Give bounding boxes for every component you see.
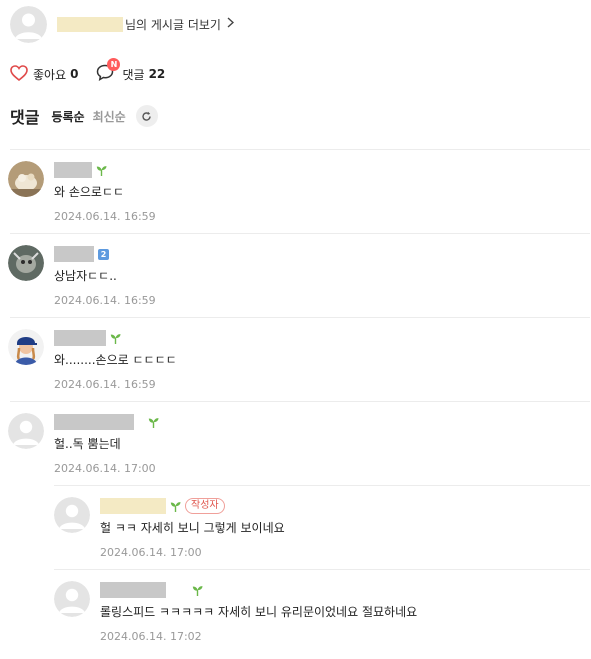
sprout-icon [110, 333, 121, 344]
nickname-redacted [54, 246, 94, 262]
divider [54, 485, 590, 486]
comment-text: 롤링스피드 ㅋㅋㅋㅋㅋ 자세히 보니 유리문이었네요 절묘하네요 [100, 605, 418, 619]
comment-date: 2024.06.14. 17:00 [54, 462, 156, 475]
commenter-avatar[interactable] [8, 413, 44, 449]
author-bar: 님의 게시글 더보기 [10, 4, 234, 44]
divider [10, 233, 590, 234]
comment-date: 2024.06.14. 16:59 [54, 210, 156, 223]
commenter-avatar[interactable] [8, 329, 44, 365]
nickname-redacted [54, 330, 106, 346]
comment-text: 헐 ㅋㅋ 자세히 보니 그렇게 보이네요 [100, 521, 285, 535]
divider [10, 317, 590, 318]
chevron-right-icon [227, 16, 234, 32]
post-actions: 좋아요 0 N 댓글 22 [10, 58, 166, 84]
comment-item: 와........손으로 ㄷㄷㄷㄷ 2024.06.14. 16:59 [8, 329, 177, 391]
divider [54, 569, 590, 570]
comment-date: 2024.06.14. 17:02 [100, 630, 202, 643]
reply-item: 작성자 헐 ㅋㅋ 자세히 보니 그렇게 보이네요 2024.06.14. 17:… [54, 497, 285, 559]
author-name-redacted [57, 16, 123, 32]
nickname-redacted [100, 582, 166, 598]
comment-header: 댓글 등록순 최신순 [10, 104, 158, 128]
new-badge: N [107, 58, 121, 71]
like-label: 좋아요 [33, 67, 67, 82]
comment-count-button[interactable]: N 댓글 22 [96, 58, 166, 84]
sprout-icon [170, 501, 181, 512]
comment-text: 와........손으로 ㄷㄷㄷㄷ [54, 353, 177, 367]
divider [10, 149, 590, 150]
comment-label: 댓글 [122, 67, 145, 82]
nickname-redacted [100, 498, 166, 514]
sort-registration-tab[interactable]: 등록순 [51, 108, 84, 125]
like-button[interactable]: 좋아요 0 [10, 64, 79, 84]
sprout-icon [148, 417, 159, 428]
comment-date: 2024.06.14. 17:00 [100, 546, 202, 559]
comment-text: 헐..독 뿜는데 [54, 437, 121, 451]
commenter-avatar[interactable] [54, 581, 90, 617]
comment-date: 2024.06.14. 16:59 [54, 378, 156, 391]
commenter-avatar[interactable] [8, 161, 44, 197]
refresh-button[interactable] [135, 105, 158, 127]
divider [10, 401, 590, 402]
author-avatar[interactable] [10, 5, 47, 43]
like-count: 0 [70, 67, 79, 81]
more-posts-label: 님의 게시글 더보기 [125, 17, 221, 32]
comment-item: 2 상남자ㄷㄷ.. 2024.06.14. 16:59 [8, 245, 156, 307]
heart-icon [10, 64, 28, 84]
sort-latest-tab[interactable]: 최신순 [93, 108, 126, 125]
comment-item: 헐..독 뿜는데 2024.06.14. 17:00 [8, 413, 159, 475]
sprout-icon [192, 585, 203, 596]
comment-item: 와 손으로ㄷㄷ 2024.06.14. 16:59 [8, 161, 156, 223]
comment-section-title: 댓글 [10, 108, 40, 127]
nickname-redacted [54, 414, 134, 430]
reply-item: 롤링스피드 ㅋㅋㅋㅋㅋ 자세히 보니 유리문이었네요 절묘하네요 2024.06… [54, 581, 417, 643]
writer-badge: 작성자 [185, 498, 225, 514]
comment-text: 상남자ㄷㄷ.. [54, 269, 117, 283]
author-more-posts-link[interactable]: 님의 게시글 더보기 [125, 16, 234, 33]
commenter-avatar[interactable] [54, 497, 90, 533]
nickname-redacted [54, 162, 92, 178]
comment-text: 와 손으로ㄷㄷ [54, 185, 125, 199]
comment-date: 2024.06.14. 16:59 [54, 294, 156, 307]
comment-count: 22 [148, 67, 166, 81]
sprout-icon [96, 165, 107, 176]
level-badge: 2 [98, 248, 109, 260]
refresh-icon [142, 111, 151, 121]
commenter-avatar[interactable] [8, 245, 44, 281]
